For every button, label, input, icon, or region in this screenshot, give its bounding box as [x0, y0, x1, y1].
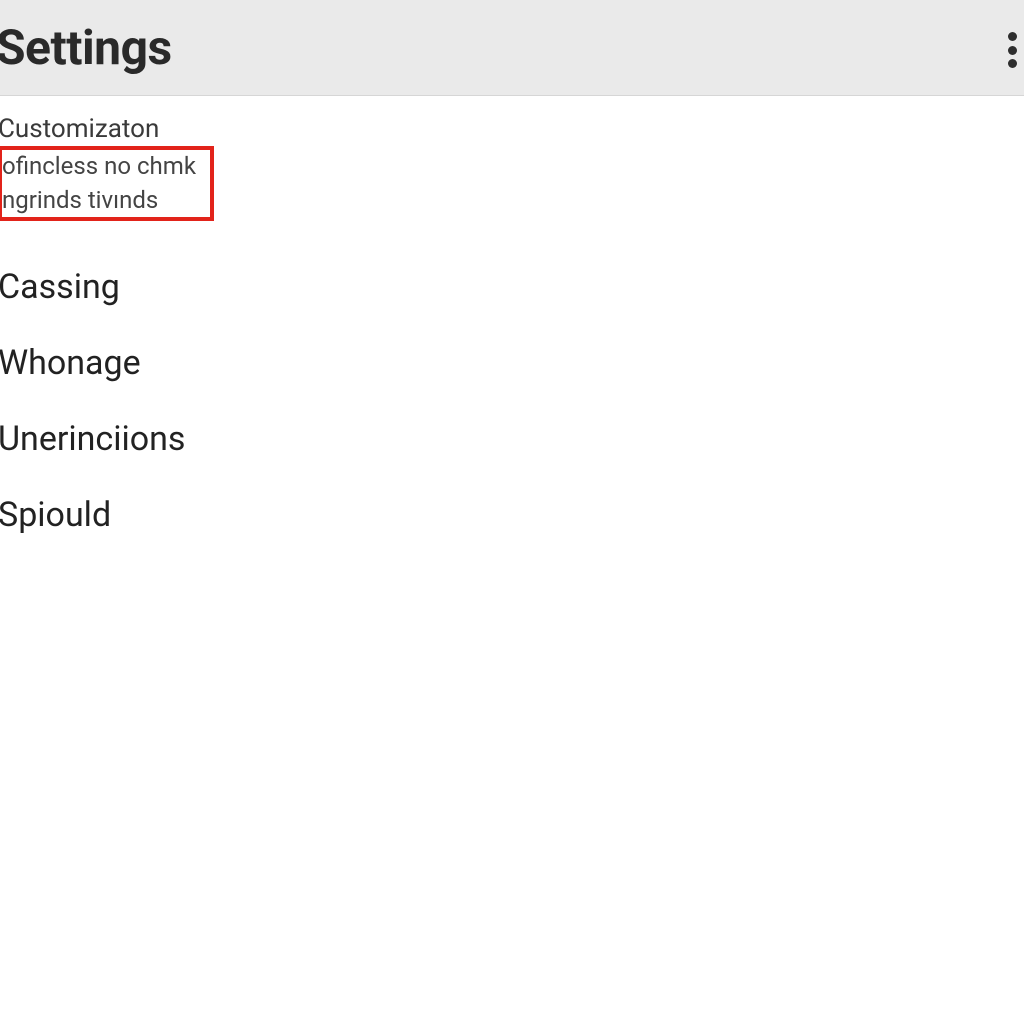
customization-section: Customizaton ofincless no chmk ngrinds t…	[0, 114, 1024, 221]
highlighted-option[interactable]: ofincless no chmk ngrinds tivınds	[0, 146, 214, 221]
app-header: Settings	[0, 0, 1024, 96]
settings-list: Cassing Whonage Unerinciions Spiould	[0, 249, 1024, 553]
settings-item-spiould[interactable]: Spiould	[0, 477, 1024, 553]
settings-item-unerinciions[interactable]: Unerinciions	[0, 401, 1024, 477]
settings-item-whonage[interactable]: Whonage	[0, 325, 1024, 401]
more-vertical-icon[interactable]	[1000, 28, 1024, 72]
highlight-text-line2: ngrinds tivınds	[2, 184, 196, 218]
dot-icon	[1008, 32, 1017, 41]
dot-icon	[1008, 59, 1017, 68]
dot-icon	[1008, 46, 1017, 55]
page-title: Settings	[0, 19, 172, 76]
highlight-text-line1: ofincless no chmk	[2, 150, 196, 184]
settings-content: Customizaton ofincless no chmk ngrinds t…	[0, 96, 1024, 553]
settings-item-cassing[interactable]: Cassing	[0, 249, 1024, 325]
customization-heading: Customizaton	[0, 114, 1024, 144]
